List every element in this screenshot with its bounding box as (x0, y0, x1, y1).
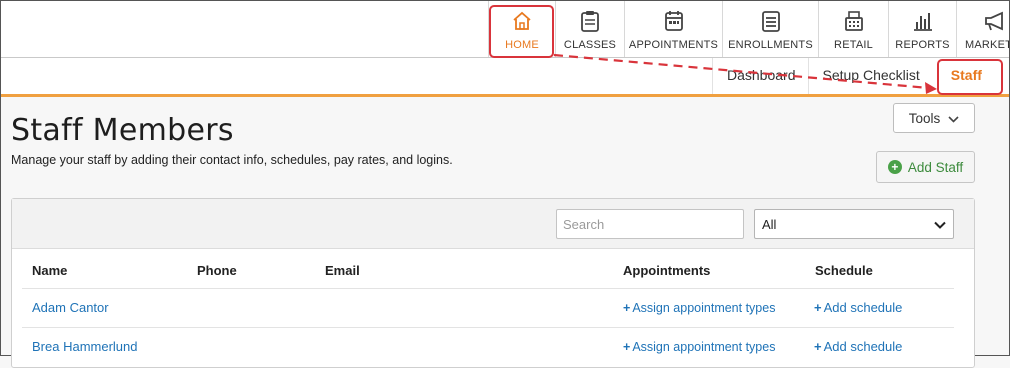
nav-marketing[interactable]: MARKETI (956, 1, 1009, 57)
column-header-appointments: Appointments (623, 263, 711, 278)
assign-appointment-types-link[interactable]: + Assign appointment types (623, 301, 775, 315)
plus-icon: + (623, 301, 631, 315)
subnav-setup-checklist[interactable]: Setup Checklist (807, 58, 934, 94)
column-header-schedule: Schedule (815, 263, 873, 278)
column-header-phone: Phone (197, 263, 237, 278)
add-schedule-link[interactable]: + Add schedule (814, 300, 902, 315)
assign-appointment-types-link[interactable]: + Assign appointment types (623, 340, 775, 354)
column-header-email: Email (325, 263, 360, 278)
page-title: Staff Members (11, 113, 234, 148)
row-divider (22, 327, 954, 328)
add-staff-label: Add Staff (907, 159, 964, 175)
plus-icon: + (814, 300, 822, 315)
assign-appointment-types-label: Assign appointment types (632, 340, 776, 354)
nav-reports[interactable]: REPORTS (888, 1, 956, 57)
nav-reports-label: REPORTS (895, 39, 950, 51)
staff-name-link[interactable]: Adam Cantor (32, 300, 109, 315)
column-header-name: Name (32, 263, 68, 278)
clipboard-icon (580, 10, 600, 32)
assign-appointment-types-label: Assign appointment types (632, 301, 776, 315)
plus-icon: + (623, 340, 631, 354)
add-schedule-label: Add schedule (823, 300, 903, 315)
calendar-icon (664, 10, 684, 32)
nav-appointments[interactable]: APPOINTMENTS (624, 1, 722, 57)
search-input[interactable] (556, 209, 744, 239)
sub-navigation: Dashboard Setup Checklist Staff (1, 58, 1009, 97)
subnav-dashboard[interactable]: Dashboard (712, 58, 810, 94)
row-divider (22, 288, 954, 289)
nav-enrollments-label: ENROLLMENTS (728, 39, 813, 51)
home-highlight-box (489, 5, 554, 58)
page-description: Manage your staff by adding their contac… (11, 153, 453, 167)
filter-select-value: All (762, 216, 777, 232)
nav-marketing-label: MARKETI (965, 39, 1009, 51)
staff-name-link[interactable]: Brea Hammerlund (32, 339, 138, 354)
megaphone-icon (957, 10, 1009, 32)
nav-retail[interactable]: RETAIL (818, 1, 888, 57)
nav-retail-label: RETAIL (834, 39, 873, 51)
chevron-down-icon (934, 217, 946, 232)
register-icon (843, 10, 865, 32)
add-schedule-link[interactable]: + Add schedule (814, 339, 902, 354)
nav-appointments-label: APPOINTMENTS (628, 39, 719, 51)
nav-classes-label: CLASSES (563, 39, 617, 51)
plus-circle-icon: + (887, 160, 902, 174)
bar-chart-icon (912, 10, 934, 32)
nav-classes[interactable]: CLASSES (555, 1, 624, 57)
add-staff-button[interactable]: + Add Staff (876, 151, 975, 183)
nav-enrollments[interactable]: ENROLLMENTS (722, 1, 818, 57)
add-schedule-label: Add schedule (823, 339, 903, 354)
tools-label: Tools (908, 110, 941, 126)
staff-highlight-box (937, 59, 1003, 95)
list-icon (761, 10, 781, 32)
tools-button[interactable]: Tools (893, 103, 975, 133)
chevron-down-icon (948, 111, 959, 126)
plus-icon: + (814, 339, 822, 354)
panel-filter-bar: All (12, 199, 974, 249)
main-menu: HOME CLASSES APPOINTMENTS ENROLLMENTS RE… (488, 1, 1009, 57)
staff-filter-select[interactable]: All (754, 209, 954, 239)
staff-panel: All Name Phone Email Appointments Schedu… (11, 198, 975, 368)
